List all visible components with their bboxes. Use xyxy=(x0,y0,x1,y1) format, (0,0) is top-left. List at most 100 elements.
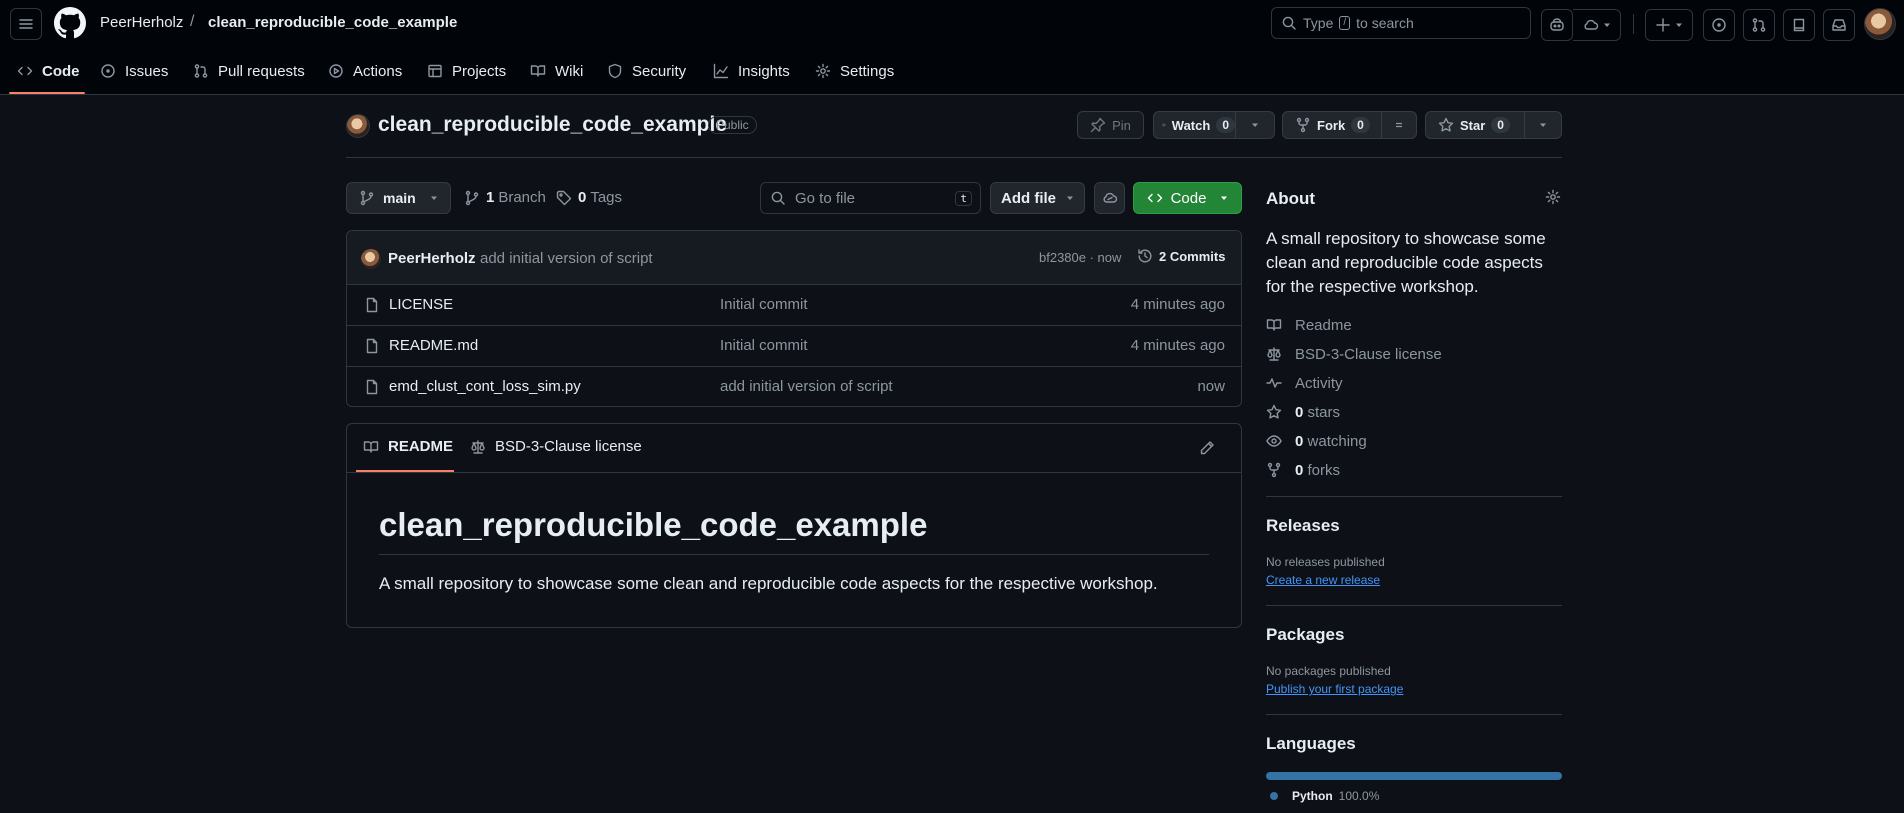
language-percent: 100.0% xyxy=(1338,789,1380,803)
tab-code[interactable]: Code xyxy=(17,58,80,84)
license-link[interactable]: BSD-3-Clause license xyxy=(1266,344,1442,364)
repo-title[interactable]: clean_reproducible_code_example xyxy=(378,113,727,137)
tab-security[interactable]: Security xyxy=(607,58,686,84)
github-logo-icon xyxy=(54,7,86,39)
packages-heading[interactable]: Packages xyxy=(1266,625,1344,645)
inbox-button[interactable] xyxy=(1823,9,1855,41)
publish-package-link[interactable]: Publish your first package xyxy=(1266,682,1403,696)
edit-readme-button[interactable] xyxy=(1199,440,1215,456)
hamburger-menu-button[interactable] xyxy=(10,8,42,40)
repo-owner-avatar[interactable] xyxy=(346,114,370,138)
your-pull-requests-button[interactable] xyxy=(1743,9,1775,41)
tags-link[interactable]: 0 Tags xyxy=(556,189,622,206)
file-row[interactable]: emd_clust_cont_loss_sim.py add initial v… xyxy=(347,366,1241,406)
watching-label: watching xyxy=(1307,432,1367,450)
fork-dropdown-button[interactable] xyxy=(1381,111,1417,139)
pin-icon xyxy=(1090,117,1106,133)
owner-link[interactable]: PeerHerholz xyxy=(100,14,183,31)
file-commit-message[interactable]: add initial version of script xyxy=(720,378,893,395)
commit-message[interactable]: add initial version of script xyxy=(480,250,653,267)
law-icon xyxy=(1267,347,1281,361)
about-settings-button[interactable] xyxy=(1545,189,1561,205)
language-bar-python xyxy=(1266,772,1562,780)
file-name[interactable]: README.md xyxy=(389,337,478,354)
watchers-link-text: 0 watching xyxy=(1295,433,1367,450)
codespaces-sync-button[interactable] xyxy=(1094,182,1125,214)
readme-link[interactable]: Readme xyxy=(1266,315,1352,335)
your-issues-button[interactable] xyxy=(1703,9,1735,41)
tab-insights[interactable]: Insights xyxy=(713,58,790,84)
tab-wiki[interactable]: Wiki xyxy=(530,58,583,84)
file-name[interactable]: emd_clust_cont_loss_sim.py xyxy=(389,378,581,395)
star-label: Star xyxy=(1460,117,1486,133)
create-new-button[interactable] xyxy=(1645,9,1693,41)
git-branch-icon xyxy=(360,190,374,206)
license-tab[interactable]: BSD-3-Clause license xyxy=(470,438,642,455)
create-release-link[interactable]: Create a new release xyxy=(1266,573,1380,587)
file-commit-message[interactable]: Initial commit xyxy=(720,337,808,354)
copilot-menu-button[interactable] xyxy=(1573,9,1621,41)
watch-dropdown-button[interactable] xyxy=(1235,111,1275,139)
stars-link[interactable]: 0 stars xyxy=(1266,402,1340,422)
file-commit-message[interactable]: Initial commit xyxy=(720,296,808,313)
code-button[interactable]: Code xyxy=(1133,182,1242,214)
readme-tab[interactable]: README xyxy=(363,438,453,455)
commit-author-avatar[interactable] xyxy=(361,249,381,269)
add-file-button[interactable]: Add file xyxy=(990,182,1085,214)
tab-actions[interactable]: Actions xyxy=(328,58,402,84)
file-commit-time: 4 minutes ago xyxy=(1130,337,1225,354)
cloud-offline-icon xyxy=(1102,192,1117,203)
commits-link[interactable]: 2 Commits xyxy=(1137,248,1225,264)
pin-button[interactable]: Pin xyxy=(1077,111,1144,139)
commit-author[interactable]: PeerHerholz xyxy=(388,250,476,267)
branches-label: Branch xyxy=(498,189,546,206)
law-icon xyxy=(471,439,485,454)
user-avatar[interactable] xyxy=(1864,8,1896,40)
file-row[interactable]: LICENSE Initial commit 4 minutes ago xyxy=(347,284,1241,325)
releases-heading[interactable]: Releases xyxy=(1266,516,1340,536)
readme-header-divider xyxy=(347,472,1241,473)
star-icon xyxy=(1438,117,1454,132)
caret-down-icon xyxy=(1396,122,1402,128)
star-dropdown-button[interactable] xyxy=(1524,111,1562,139)
star-button[interactable]: Star 0 xyxy=(1425,111,1525,139)
github-logo[interactable] xyxy=(54,7,86,39)
tab-projects[interactable]: Projects xyxy=(427,58,506,84)
repositories-button[interactable] xyxy=(1783,9,1815,41)
copilot-button[interactable] xyxy=(1541,9,1573,41)
tab-pull-requests[interactable]: Pull requests xyxy=(193,58,305,84)
watch-label: Watch xyxy=(1171,117,1211,133)
commit-sha-time[interactable]: bf2380e · now xyxy=(1039,250,1121,265)
tab-settings[interactable]: Settings xyxy=(815,58,894,84)
file-name[interactable]: LICENSE xyxy=(389,296,453,313)
watchers-link[interactable]: 0 watching xyxy=(1266,431,1367,451)
caret-down-icon xyxy=(1067,196,1073,200)
about-heading: About xyxy=(1266,189,1316,208)
activity-link[interactable]: Activity xyxy=(1266,373,1343,393)
tab-actions-label: Actions xyxy=(353,62,403,80)
sidebar-divider xyxy=(1266,496,1562,497)
fork-button[interactable]: Fork 0 xyxy=(1282,111,1382,139)
book-icon xyxy=(1266,319,1282,331)
go-to-file-key: t xyxy=(955,190,972,206)
sidebar-divider xyxy=(1266,605,1562,606)
history-icon xyxy=(1138,249,1152,263)
forks-link[interactable]: 0 forks xyxy=(1266,460,1340,480)
tab-security-label: Security xyxy=(632,62,687,80)
tab-issues[interactable]: Issues xyxy=(100,58,168,84)
caret-down-icon xyxy=(430,196,437,200)
forks-link-text: 0 forks xyxy=(1295,462,1340,479)
language-python-item[interactable]: Python 100.0% xyxy=(1270,789,1379,803)
go-to-file-placeholder: Go to file xyxy=(795,189,856,207)
packages-empty-text: No packages published xyxy=(1266,664,1391,678)
go-to-file-input[interactable]: Go to file t xyxy=(760,182,981,214)
repo-link[interactable]: clean_reproducible_code_example xyxy=(208,14,457,31)
branches-link[interactable]: 1 Branch xyxy=(464,189,546,206)
code-icon xyxy=(17,66,33,76)
branch-selector[interactable]: main xyxy=(346,182,451,214)
search-input[interactable]: Type / to search xyxy=(1271,7,1531,39)
eye-icon xyxy=(1266,435,1282,447)
license-link-label: BSD-3-Clause license xyxy=(1295,345,1442,363)
watch-button[interactable]: Watch 0 xyxy=(1153,111,1236,139)
file-row[interactable]: README.md Initial commit 4 minutes ago xyxy=(347,325,1241,366)
